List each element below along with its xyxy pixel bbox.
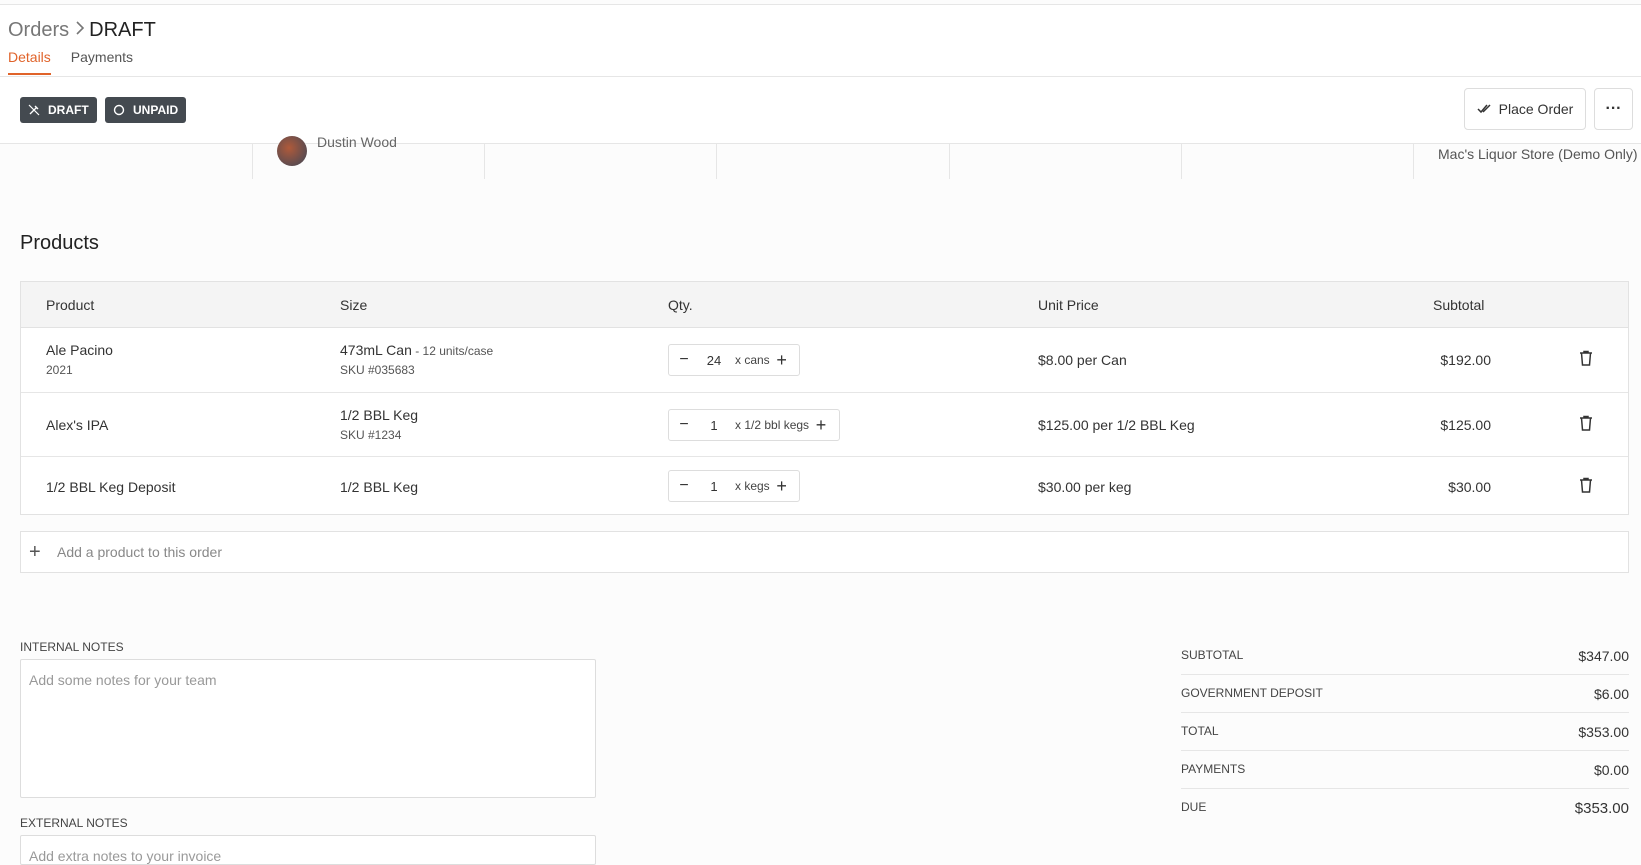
- minus-icon[interactable]: −: [669, 351, 699, 369]
- add-product-placeholder: Add a product to this order: [57, 544, 222, 560]
- tab-bar: Details Payments: [8, 49, 153, 75]
- size-name: 473mL Can: [340, 342, 412, 358]
- circle-icon: [113, 104, 125, 116]
- table-row: Ale Pacino 2021 473mL Can - 12 units/cas…: [21, 328, 1628, 393]
- line-subtotal: $192.00: [1440, 352, 1491, 368]
- place-order-button[interactable]: Place Order: [1464, 88, 1586, 130]
- column-qty: Qty.: [668, 297, 693, 313]
- summary-value: $6.00: [1593, 686, 1629, 702]
- unit-price: $125.00 per 1/2 BBL Keg: [1038, 417, 1195, 433]
- products-heading: Products: [20, 232, 99, 254]
- owner-name: Dustin Wood: [317, 134, 397, 150]
- minus-icon[interactable]: −: [669, 477, 699, 495]
- product-size: 1/2 BBL Keg: [340, 479, 419, 495]
- ellipsis-icon: ···: [1605, 100, 1622, 117]
- owner-avatar: [277, 136, 307, 166]
- unit-price: $30.00 per keg: [1038, 479, 1132, 495]
- summary-label: DUE: [1181, 800, 1207, 814]
- line-subtotal: $125.00: [1440, 417, 1491, 433]
- quantity-stepper: − 24 x cans +: [668, 344, 800, 376]
- summary-label: TOTAL: [1181, 724, 1219, 738]
- quantity-unit: x 1/2 bbl kegs: [735, 418, 810, 432]
- quantity-value[interactable]: 24: [699, 353, 729, 368]
- external-notes-field[interactable]: Add extra notes to your invoice: [20, 835, 596, 865]
- info-divider: [949, 144, 950, 179]
- quantity-stepper: − 1 x 1/2 bbl kegs +: [668, 409, 840, 441]
- trash-icon[interactable]: [1579, 477, 1593, 496]
- info-divider: [252, 144, 253, 179]
- table-row: Alex's IPA 1/2 BBL Keg SKU #1234 − 1 x 1…: [21, 393, 1628, 457]
- column-subtotal: Subtotal: [1433, 297, 1485, 313]
- plus-icon: +: [29, 540, 41, 563]
- trash-icon[interactable]: [1579, 415, 1593, 434]
- size-note: - 12 units/case: [411, 344, 494, 358]
- column-size: Size: [340, 297, 368, 313]
- tab-payments[interactable]: Payments: [71, 49, 133, 75]
- add-product-input[interactable]: + Add a product to this order: [20, 531, 1629, 573]
- info-divider: [484, 144, 485, 179]
- unpaid-badge-label: UNPAID: [133, 103, 179, 117]
- quantity-value[interactable]: 1: [699, 418, 729, 433]
- products-table: Product Size Qty. Unit Price Subtotal Al…: [20, 281, 1629, 515]
- summary-label: GOVERNMENT DEPOSIT: [1181, 686, 1323, 700]
- product-name[interactable]: 1/2 BBL Keg Deposit: [46, 479, 175, 495]
- breadcrumb-orders-link[interactable]: Orders: [8, 19, 69, 42]
- page-header: Orders DRAFT Details Payments: [0, 5, 1641, 77]
- trash-icon[interactable]: [1579, 350, 1593, 369]
- summary-value: $347.00: [1578, 648, 1629, 664]
- info-divider: [716, 144, 717, 179]
- summary-label: SUBTOTAL: [1181, 648, 1244, 662]
- draft-status-badge: DRAFT: [20, 97, 97, 123]
- info-divider: [1413, 144, 1414, 179]
- quantity-value[interactable]: 1: [699, 479, 729, 494]
- external-notes-label: EXTERNAL NOTES: [20, 816, 128, 830]
- chevron-right-icon: [75, 21, 85, 40]
- table-header: Product Size Qty. Unit Price Subtotal: [21, 282, 1628, 328]
- product-sku: SKU #035683: [340, 363, 415, 377]
- product-size: 473mL Can - 12 units/case: [340, 342, 493, 358]
- product-name[interactable]: Alex's IPA: [46, 417, 108, 433]
- more-options-button[interactable]: ···: [1594, 88, 1633, 130]
- product-name[interactable]: Ale Pacino: [46, 342, 113, 358]
- page-title: DRAFT: [89, 19, 156, 41]
- order-toolbar: DRAFT UNPAID Place Order ···: [0, 77, 1641, 144]
- double-check-icon: [1477, 104, 1491, 114]
- breadcrumb: Orders DRAFT: [8, 19, 156, 42]
- line-subtotal: $30.00: [1448, 479, 1491, 495]
- plus-icon[interactable]: +: [809, 415, 833, 436]
- product-vintage: 2021: [46, 363, 73, 377]
- internal-notes-placeholder: Add some notes for your team: [29, 672, 217, 688]
- payment-status-badge: UNPAID: [105, 97, 187, 123]
- summary-row: TOTAL $353.00: [1181, 713, 1629, 751]
- internal-notes-field[interactable]: Add some notes for your team: [20, 659, 596, 798]
- summary-row: PAYMENTS $0.00: [1181, 751, 1629, 789]
- draft-badge-label: DRAFT: [48, 103, 89, 117]
- minus-icon[interactable]: −: [669, 416, 699, 434]
- summary-label: PAYMENTS: [1181, 762, 1246, 776]
- plus-icon[interactable]: +: [770, 350, 794, 371]
- place-order-label: Place Order: [1498, 101, 1574, 117]
- unit-price: $8.00 per Can: [1038, 352, 1127, 368]
- table-row: 1/2 BBL Keg Deposit 1/2 BBL Keg − 1 x ke…: [21, 457, 1628, 515]
- column-product: Product: [46, 297, 95, 313]
- quantity-unit: x kegs: [735, 479, 770, 493]
- column-unit-price: Unit Price: [1038, 297, 1099, 313]
- product-sku: SKU #1234: [340, 428, 402, 442]
- internal-notes-label: INTERNAL NOTES: [20, 640, 124, 654]
- store-name[interactable]: Mac's Liquor Store (Demo Only): [1438, 144, 1638, 165]
- summary-value: $353.00: [1578, 724, 1629, 740]
- product-size: 1/2 BBL Keg: [340, 407, 419, 423]
- summary-value: $353.00: [1574, 800, 1629, 817]
- order-info-strip: Dustin Wood Mac's Liquor Store (Demo Onl…: [0, 134, 1641, 179]
- quantity-stepper: − 1 x kegs +: [668, 470, 800, 502]
- tab-details[interactable]: Details: [8, 49, 51, 75]
- summary-row: GOVERNMENT DEPOSIT $6.00: [1181, 675, 1629, 713]
- edit-off-icon: [28, 104, 40, 116]
- quantity-unit: x cans: [735, 353, 770, 367]
- summary-row: DUE $353.00: [1181, 789, 1629, 827]
- summary-value: $0.00: [1593, 762, 1629, 778]
- summary-row: SUBTOTAL $347.00: [1181, 637, 1629, 675]
- info-divider: [1181, 144, 1182, 179]
- plus-icon[interactable]: +: [770, 476, 794, 497]
